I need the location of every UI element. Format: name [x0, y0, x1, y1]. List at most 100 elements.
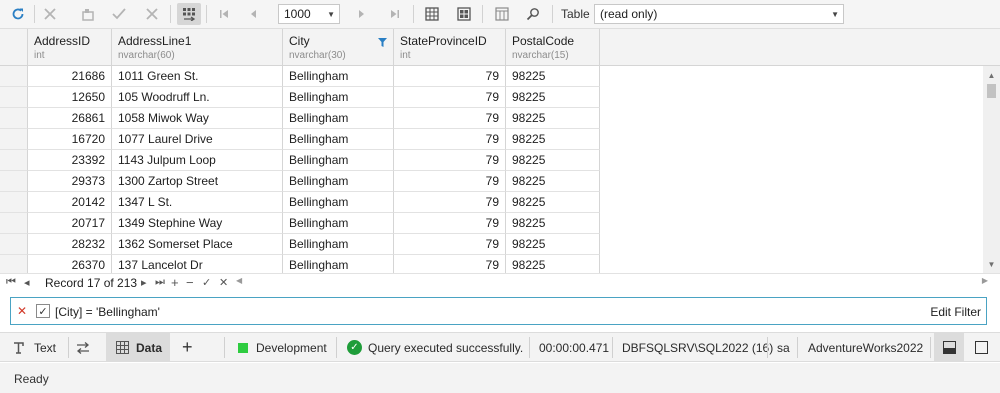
cell-postalcode[interactable]: 98225 [506, 108, 600, 129]
cell-stateprovinceid[interactable]: 79 [394, 255, 506, 273]
cell-addressid[interactable]: 20717 [28, 213, 112, 234]
grid-nav-icon[interactable] [177, 3, 201, 25]
nav-first-icon[interactable]: ⏮ [6, 275, 16, 289]
find-icon[interactable] [521, 3, 545, 25]
panel-bottom-icon[interactable] [934, 333, 964, 362]
data-grid[interactable]: AddressID int AddressLine1 nvarchar(60) … [0, 29, 1000, 273]
cell-city[interactable]: Bellingham [283, 213, 394, 234]
cell-stateprovinceid[interactable]: 79 [394, 87, 506, 108]
row-indicator[interactable] [0, 150, 28, 171]
cell-postalcode[interactable]: 98225 [506, 213, 600, 234]
cell-city[interactable]: Bellingham [283, 66, 394, 87]
vertical-scrollbar[interactable]: ▲ ▼ [983, 66, 1000, 273]
cell-stateprovinceid[interactable]: 79 [394, 150, 506, 171]
row-indicator[interactable] [0, 255, 28, 273]
apply-icon[interactable] [107, 3, 131, 25]
cell-stateprovinceid[interactable]: 79 [394, 171, 506, 192]
nav-cancel-icon[interactable]: ✕ [219, 275, 228, 289]
cell-addressid[interactable]: 29373 [28, 171, 112, 192]
table-row[interactable]: 12650 105 Woodruff Ln. Bellingham 79 98225 [0, 87, 600, 108]
cell-addressid[interactable]: 12650 [28, 87, 112, 108]
nav-next-icon[interactable]: ▸ [141, 275, 147, 289]
next-page-icon[interactable] [350, 3, 374, 25]
cell-addressid[interactable]: 20142 [28, 192, 112, 213]
row-limit-select[interactable]: 1000 ▼ [278, 4, 340, 24]
scroll-right-icon[interactable]: ▶ [982, 276, 988, 285]
row-indicator[interactable] [0, 87, 28, 108]
edit-filter-button[interactable]: Edit Filter [930, 305, 981, 319]
filter-icon[interactable] [378, 36, 387, 50]
cell-addressline1[interactable]: 137 Lancelot Dr [112, 255, 283, 273]
first-page-icon[interactable] [212, 3, 236, 25]
discard-icon[interactable] [140, 3, 164, 25]
cell-addressid[interactable]: 16720 [28, 129, 112, 150]
column-header-city[interactable]: City nvarchar(30) [283, 29, 394, 66]
scroll-up-icon[interactable]: ▲ [983, 68, 1000, 82]
cell-postalcode[interactable]: 98225 [506, 150, 600, 171]
table-row[interactable]: 28232 1362 Somerset Place Bellingham 79 9822… [0, 234, 600, 255]
cell-addressline1[interactable]: 1349 Stephine Way [112, 213, 283, 234]
scrollbar-thumb[interactable] [987, 84, 996, 98]
panel-maximize-icon[interactable] [968, 333, 994, 362]
row-indicator[interactable] [0, 213, 28, 234]
cell-postalcode[interactable]: 98225 [506, 255, 600, 273]
nav-add-icon[interactable]: + [171, 275, 179, 290]
data-tab[interactable]: Data [106, 333, 170, 362]
nav-apply-icon[interactable]: ✓ [202, 275, 211, 289]
swap-icon[interactable] [76, 333, 96, 362]
last-page-icon[interactable] [383, 3, 407, 25]
cell-addressline1[interactable]: 1011 Green St. [112, 66, 283, 87]
table-row[interactable]: 16720 1077 Laurel Drive Bellingham 79 98225 [0, 129, 600, 150]
row-indicator[interactable] [0, 108, 28, 129]
cancel-icon[interactable] [38, 3, 62, 25]
cell-addressline1[interactable]: 1077 Laurel Drive [112, 129, 283, 150]
cell-addressid[interactable]: 28232 [28, 234, 112, 255]
cell-city[interactable]: Bellingham [283, 192, 394, 213]
filter-enabled-checkbox[interactable]: ✓ [36, 304, 50, 318]
clear-filter-icon[interactable]: ✕ [17, 304, 27, 318]
cell-postalcode[interactable]: 98225 [506, 87, 600, 108]
row-indicator[interactable] [0, 129, 28, 150]
table-row[interactable]: 20717 1349 Stephine Way Bellingham 79 98225 [0, 213, 600, 234]
table-row[interactable]: 29373 1300 Zartop Street Bellingham 79 98225 [0, 171, 600, 192]
cell-city[interactable]: Bellingham [283, 234, 394, 255]
cell-addressid[interactable]: 26370 [28, 255, 112, 273]
row-indicator[interactable] [0, 66, 28, 87]
cell-addressid[interactable]: 23392 [28, 150, 112, 171]
cell-addressline1[interactable]: 1347 L St. [112, 192, 283, 213]
card-view-icon[interactable] [452, 3, 476, 25]
filter-expression[interactable]: [City] = 'Bellingham' [55, 305, 160, 319]
table-row[interactable]: 21686 1011 Green St. Bellingham 79 98225 [0, 66, 600, 87]
cell-stateprovinceid[interactable]: 79 [394, 192, 506, 213]
cell-postalcode[interactable]: 98225 [506, 129, 600, 150]
cell-stateprovinceid[interactable]: 79 [394, 129, 506, 150]
column-header-addressid[interactable]: AddressID int [28, 29, 112, 66]
cell-stateprovinceid[interactable]: 79 [394, 213, 506, 234]
cell-stateprovinceid[interactable]: 79 [394, 234, 506, 255]
cell-addressid[interactable]: 26861 [28, 108, 112, 129]
cell-addressline1[interactable]: 1143 Julpum Loop [112, 150, 283, 171]
horizontal-scrollbar[interactable]: ◀ ▶ [232, 276, 992, 288]
scroll-left-icon[interactable]: ◀ [236, 276, 242, 285]
cell-city[interactable]: Bellingham [283, 87, 394, 108]
cell-city[interactable]: Bellingham [283, 171, 394, 192]
column-header-stateprovinceid[interactable]: StateProvinceID int [394, 29, 506, 66]
row-indicator[interactable] [0, 171, 28, 192]
refresh-icon[interactable] [6, 3, 30, 25]
cell-postalcode[interactable]: 98225 [506, 66, 600, 87]
nav-delete-icon[interactable]: − [186, 275, 194, 290]
column-header-postalcode[interactable]: PostalCode nvarchar(15) [506, 29, 600, 66]
add-tab-icon[interactable]: + [182, 333, 200, 362]
grid-view-icon[interactable] [420, 3, 444, 25]
table-row[interactable]: 26861 1058 Miwok Way Bellingham 79 98225 [0, 108, 600, 129]
nav-last-icon[interactable]: ⏭ [155, 275, 165, 289]
column-header-addressline1[interactable]: AddressLine1 nvarchar(60) [112, 29, 283, 66]
cell-city[interactable]: Bellingham [283, 108, 394, 129]
post-edit-icon[interactable] [76, 3, 100, 25]
table-row[interactable]: 26370 137 Lancelot Dr Bellingham 79 98225 [0, 255, 600, 273]
cell-stateprovinceid[interactable]: 79 [394, 108, 506, 129]
cell-stateprovinceid[interactable]: 79 [394, 66, 506, 87]
row-indicator-header[interactable] [0, 29, 28, 66]
cell-postalcode[interactable]: 98225 [506, 192, 600, 213]
nav-prev-page-icon[interactable]: ◂ [24, 275, 30, 289]
